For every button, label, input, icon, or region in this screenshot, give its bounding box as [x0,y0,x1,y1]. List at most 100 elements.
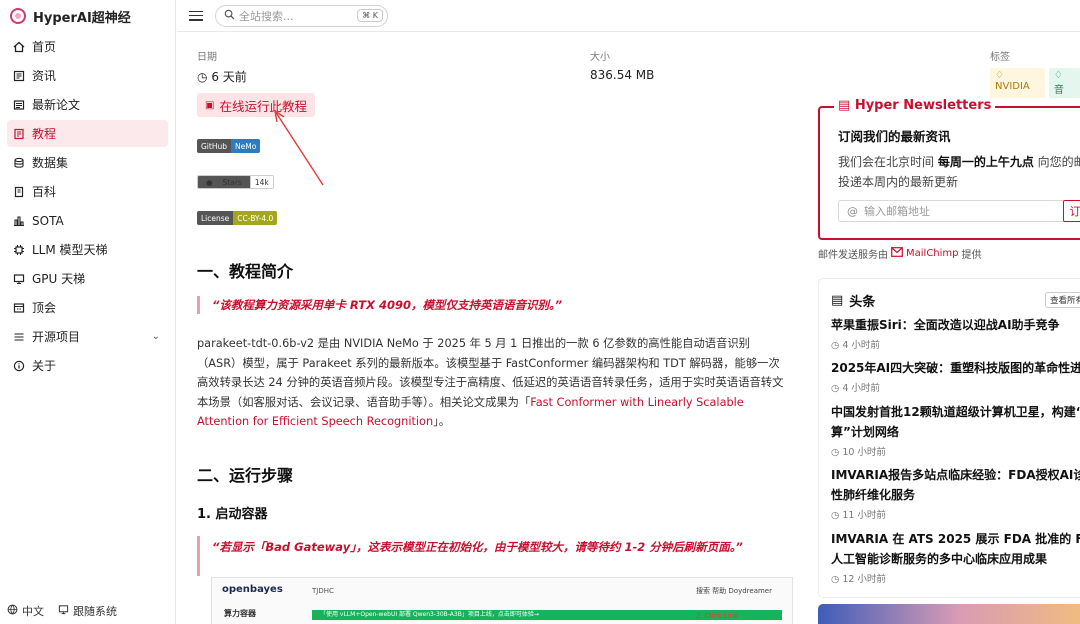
mailchimp-link[interactable]: MailChimp [906,248,959,259]
time-value: 11 小时前 [842,510,886,521]
newsletter-heading: 订阅我们的最新资讯 [838,129,951,144]
tag-icon: ♢ [1053,70,1063,81]
article-thumbnail[interactable] [818,604,1080,624]
time-value: 4 小时前 [842,340,880,351]
headline-item[interactable]: 苹果重振Siri：全面改造以迎战AI助手竞争 ◷ 4 小时前 [831,315,1080,351]
para-end: 」。 [433,415,451,428]
right-column: 标签 ♢ NVIDIA ♢ 音 ▤ Hyper Newsletters 订阅我们… [818,32,1080,624]
date-value: 6 天前 [211,70,247,84]
time-value: 12 小时前 [842,574,886,585]
time-value: 4 小时前 [842,383,880,394]
github-badge[interactable]: GitHub NeMo [197,139,261,153]
wiki-icon [13,186,25,198]
at-icon: @ [847,204,858,218]
sidebar-footer: 中文 跟随系统 [0,598,176,624]
clock-icon: ◷ [831,340,840,351]
news-icon [13,70,25,82]
headline-time: ◷ 10 小时前 [831,444,1080,458]
stars-label: Stars [222,177,242,187]
clock-icon: ◷ [831,574,840,585]
sidebar-item-label: 关于 [32,359,57,373]
tag-label: 音 [1053,85,1064,96]
sidebar-item-tutorials[interactable]: 教程 [7,120,168,147]
clock-icon: ◷ [831,447,840,458]
sidebar-item-datasets[interactable]: 数据集 [7,149,168,176]
sidebar-item-sota[interactable]: SOTA [7,207,168,234]
mail-note-post: 提供 [961,250,982,261]
theme-switch[interactable]: 跟随系统 [73,603,117,619]
chip-icon [13,244,25,256]
chart-icon [13,215,25,227]
meta-size: 大小 836.54 MB [590,48,654,82]
meta-date-label: 日期 [197,52,217,63]
headlines-panel: ▤ 头条 查看所有 苹果重振Siri：全面改造以迎战AI助手竞争 ◷ 4 小时前 … [818,278,1080,598]
headline-item[interactable]: IMVARIA 在 ATS 2025 展示 FDA 批准的 Fibresc 人工… [831,529,1080,585]
search-input[interactable]: 全站搜索... ⌘ K [215,4,388,27]
brand[interactable]: HyperAI超神经 [0,0,175,32]
chevron-down-icon[interactable]: ⌄ [152,331,160,342]
info-icon [13,360,25,372]
section-title-intro: 一、教程简介 [197,262,294,281]
meta-tags: 标签 ♢ NVIDIA ♢ 音 [990,48,1080,98]
search-icon [224,9,235,23]
tag-label: NVIDIA [995,81,1030,92]
home-icon [13,41,25,53]
tag-speech[interactable]: ♢ 音 [1048,68,1080,98]
paper-icon [13,99,25,111]
sidebar-item-opensource[interactable]: 开源项目 ⌄ [7,323,168,350]
clock-icon: ◷ [197,70,208,84]
sidebar-item-label: 教程 [32,127,57,141]
tag-nvidia[interactable]: ♢ NVIDIA [990,68,1045,98]
desc-bold: 每周一的上午九点 [937,155,1034,169]
sidebar-item-label: GPU 天梯 [32,272,86,286]
sidebar-item-news[interactable]: 资讯 [7,62,168,89]
sidebar-item-label: 资讯 [32,69,57,83]
subscribe-button[interactable]: 订 [1063,200,1080,222]
headlines-title: ▤ 头条 [831,291,875,310]
clock-icon: ◷ [831,510,840,521]
annotation-arrow [274,110,324,186]
headline-title: 苹果重振Siri：全面改造以迎战AI助手竞争 [831,318,1060,332]
stars-badge[interactable]: ● Stars 14k [197,175,274,189]
database-icon [13,157,25,169]
sidebar-item-label: 首页 [32,40,57,54]
license-badge[interactable]: License CC-BY-4.0 [197,211,278,225]
monitor-icon [58,604,69,618]
sidebar-nav: 首页 资讯 最新论文 教程 数据集 百科 SOTA LLM 模型天梯 GPU 天… [0,33,175,379]
sidebar-item-papers[interactable]: 最新论文 [7,91,168,118]
headline-item[interactable]: 2025年AI四大突破：重塑科技版图的革命性进展 ◷ 4 小时前 [831,358,1080,394]
time-value: 10 小时前 [842,447,886,458]
menu-toggle-icon[interactable] [189,10,203,21]
brand-name: HyperAI超神经 [33,10,131,26]
sidebar: HyperAI超神经 首页 资讯 最新论文 教程 数据集 百科 SOTA LLM… [0,0,176,624]
meta-date: 日期 ◷ 6 天前 [197,48,247,85]
headline-item[interactable]: 中国发射首批12颗轨道超级计算机卫星，构建“ 算”计划网络 ◷ 10 小时前 [831,402,1080,458]
gateway-quote: “若显示「Bad Gateway」，这表示模型正在初始化，由于模型较大，请等待约… [197,536,787,576]
desc-pre: 我们会在北京时间 [838,155,938,169]
sidebar-item-conferences[interactable]: 顶会 [7,294,168,321]
headline-item[interactable]: IMVARIA报告多站点临床经验：FDA授权AI诊断 性肺纤维化服务 ◷ 11 … [831,465,1080,521]
view-all-button[interactable]: 查看所有 [1045,292,1080,308]
section-title-steps: 二、运行步骤 [197,466,294,485]
sidebar-item-label: SOTA [32,213,64,228]
badge-value: NeMo [231,139,261,153]
sidebar-item-wiki[interactable]: 百科 [7,178,168,205]
headline-title: 中国发射首批12颗轨道超级计算机卫星，构建“ [831,405,1080,419]
sidebar-item-gpu-leaderboard[interactable]: GPU 天梯 [7,265,168,292]
main-content: 日期 ◷ 6 天前 大小 836.54 MB ▣ 在线运行此教程 GitHub … [197,32,797,624]
meta-date-value: ◷ 6 天前 [197,68,247,85]
terminal-icon: ▣ [205,99,215,111]
mail-icon [891,247,903,260]
search-shortcut: ⌘ K [357,9,383,22]
sidebar-item-llm-leaderboard[interactable]: LLM 模型天梯 [7,236,168,263]
email-field[interactable]: @ 输入邮箱地址 [838,200,1080,222]
headline-time: ◷ 11 小时前 [831,507,1080,521]
sidebar-item-about[interactable]: 关于 [7,352,168,379]
screenshot-side-item: 算力容器 [224,609,256,618]
mail-service-note: 邮件发送服务由 MailChimp 提供 [818,246,982,261]
newsletter-description: 我们会在北京时间 每周一的上午九点 向您的邮箱投递本周内的最新更新 [838,152,1080,192]
tag-icon: ♢ [995,70,1004,81]
newsletter-legend: ▤ Hyper Newsletters [834,98,996,113]
sidebar-item-home[interactable]: 首页 [7,33,168,60]
language-switch[interactable]: 中文 [22,603,44,619]
